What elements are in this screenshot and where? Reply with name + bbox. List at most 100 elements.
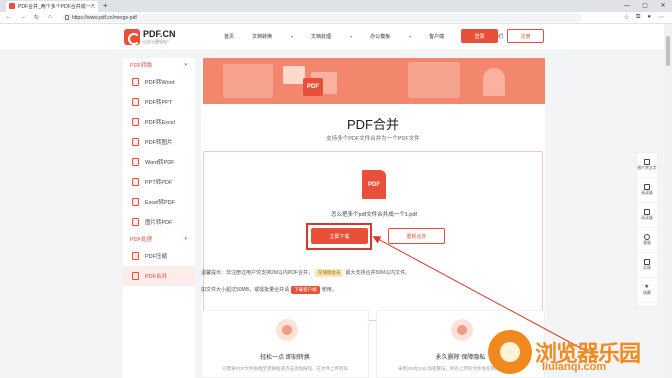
favorite-star-icon[interactable]: ☆ [624,14,629,21]
excel-icon [132,118,139,126]
sidebar-item-excel-to-pdf[interactable]: Excel转PDF [123,192,195,212]
pdf-icon [132,158,139,166]
browser-tabbar: PDF合并_两个多个PDF合并成一... ✕ + — ▢ ✕ [0,0,672,12]
nav-client-label: 客户端 [429,34,445,40]
nav-office-templates[interactable]: 办公模板 ▾ [370,33,411,40]
remerge-button[interactable]: 重新合并 [388,228,445,244]
feature-title: 轻松一点 即刻转换 [260,355,310,361]
sidebar-item-pdf-merge[interactable]: PDF合并 [123,266,195,286]
bookmark-button[interactable]: ★ 收藏 [637,278,657,303]
sidebar-item-ppt-to-pdf[interactable]: PPT转PDF [123,172,195,192]
vip-badge[interactable]: 在线版会员 [314,269,344,277]
download-button[interactable]: 立即下载 [311,228,368,244]
chevron-down-icon: ▾ [291,34,294,39]
tip-text: 最大支持合并50M以内文件。 [345,270,411,276]
extensions-icon[interactable]: ⧉ [636,14,640,21]
sidebar-item-pdf-to-word[interactable]: PDF转Word [123,72,195,92]
ppt-icon [132,98,139,106]
brand-name[interactable]: PDF.CN [143,29,176,39]
nav-client[interactable]: 客户端▾ [429,33,465,40]
tip-line-2: 如文件大小超过50MB，或需批量合并请 下载客户端 使用。 [201,286,545,294]
scrollbar-thumb[interactable] [666,36,670,66]
new-tab-button[interactable]: + [103,1,108,10]
headset-icon [644,234,650,240]
image-text-icon [644,159,650,165]
menu-icon[interactable]: ⋯ [658,14,664,21]
nav-doc-convert[interactable]: 文档转换 ▾ [252,33,293,40]
browser-tab[interactable]: PDF合并_两个多个PDF合并成一... ✕ [6,1,98,12]
page-subtitle: 支持多个PDF文件合并为一个PDF文件 [326,136,420,142]
sidebar-item-image-to-pdf[interactable]: 图片转PDF [123,212,195,232]
close-window-icon[interactable]: ✕ [654,0,672,11]
pdf-icon [132,178,139,186]
sidebar-category-pdf-convert[interactable]: PDF转换 ▾ [123,58,195,72]
sidebar-category-label: PDF转换 [130,63,153,69]
sidebar-item-label: PDF转Word [145,80,175,86]
pdf-file-icon: PDF [362,170,386,199]
sidebar-item-label: PDF转Excel [145,120,175,126]
window-controls: — ▢ ✕ [618,0,672,11]
tip-text: 如文件大小超过50MB，或需批量合并请 [201,287,290,293]
pdfcn-logo-icon[interactable] [124,29,140,45]
sidebar-item-pdf-to-excel[interactable]: PDF转Excel [123,112,195,132]
banner-person-illustration [483,68,505,96]
download-client-button[interactable]: 下载客户端 [291,286,320,294]
sidebar-item-label: PDF压缩 [145,254,168,260]
nav-doc-process[interactable]: 文档处理 ▾ [311,33,352,40]
back-icon[interactable]: ← [6,14,12,20]
sidebar-item-pdf-to-ppt[interactable]: PDF转PPT [123,92,195,112]
profile-icon[interactable]: ● [647,14,651,21]
url-field[interactable]: https://www.pdf.cn/merge-pdf [62,14,582,22]
home-icon[interactable]: ⌂ [48,14,52,20]
support-button[interactable]: 客服 [637,228,657,253]
sidebar-item-pdf-to-image[interactable]: PDF转图片 [123,132,195,152]
page-title: PDF合并 [346,117,399,132]
sidebar-item-pdf-compress[interactable]: PDF压缩 [123,246,195,266]
image-to-text-button[interactable]: 图片转文字 [637,153,657,178]
floating-toolbar: 图片转文字 阅读器 阅读器 客服 反馈 ★ 收藏 [636,152,658,307]
star-icon: ★ [644,284,650,290]
chevron-down-icon: ▾ [184,236,187,242]
sidebar-item-label: PDF转PPT [145,100,173,106]
lock-icon [65,15,69,20]
sidebar-item-label: PDF转图片 [145,140,173,146]
page-scrollbar[interactable] [664,24,672,378]
main-content: PDF PDF合并 支持多个PDF文件合并为一个PDF文件 PDF 怎么把多个p… [201,58,545,378]
tip-text: 温馨提示：非注册过用户仅支持2M以内PDF合并， [201,270,313,276]
floating-label: 反馈 [643,266,651,270]
result-card: PDF 怎么把多个pdf文件合并成一个1.pdf 立即下载 重新合并 [203,151,543,321]
chevron-down-icon: ▾ [184,62,187,68]
close-tab-icon[interactable]: ✕ [91,3,95,9]
reload-icon[interactable]: ↻ [34,14,39,21]
banner-illustration [223,64,273,98]
forward-icon[interactable]: → [20,14,26,20]
sidebar-item-label: PPT转PDF [145,180,173,186]
sidebar-item-label: Excel转PDF [145,200,175,206]
floating-label: 收藏 [643,291,651,295]
floating-label: 客服 [643,241,651,245]
compress-icon [132,252,139,260]
brand-slogan: 让办公更轻松！ [143,39,171,44]
banner-illustration [283,66,305,84]
banner-illustration [408,62,460,98]
nav-office-templates-label: 办公模板 [370,34,391,40]
nav-home[interactable]: 首页 [224,33,234,40]
minimize-icon[interactable]: — [618,0,636,11]
reader-button-2[interactable]: 阅读器 [637,203,657,228]
login-button[interactable]: 登录 [461,29,498,43]
sidebar-item-label: 图片转PDF [145,220,173,226]
address-bar: ← → ↻ ⌂ https://www.pdf.cn/merge-pdf ☆ ⧉… [0,12,672,24]
feedback-button[interactable]: 反馈 [637,253,657,278]
pdf-icon [132,198,139,206]
click-icon [276,319,298,341]
sidebar-item-word-to-pdf[interactable]: Word转PDF [123,152,195,172]
floating-label: 阅读器 [641,216,653,220]
reader-button[interactable]: 阅读器 [637,178,657,203]
pdf-icon [132,218,139,226]
sidebar-category-pdf-process[interactable]: PDF处理 ▾ [123,232,195,246]
reader-icon [644,184,650,190]
register-button[interactable]: 注册 [507,29,544,43]
merge-icon [132,272,139,280]
file-name: 怎么把多个pdf文件合并成一个1.pdf [331,212,417,218]
maximize-icon[interactable]: ▢ [636,0,654,11]
